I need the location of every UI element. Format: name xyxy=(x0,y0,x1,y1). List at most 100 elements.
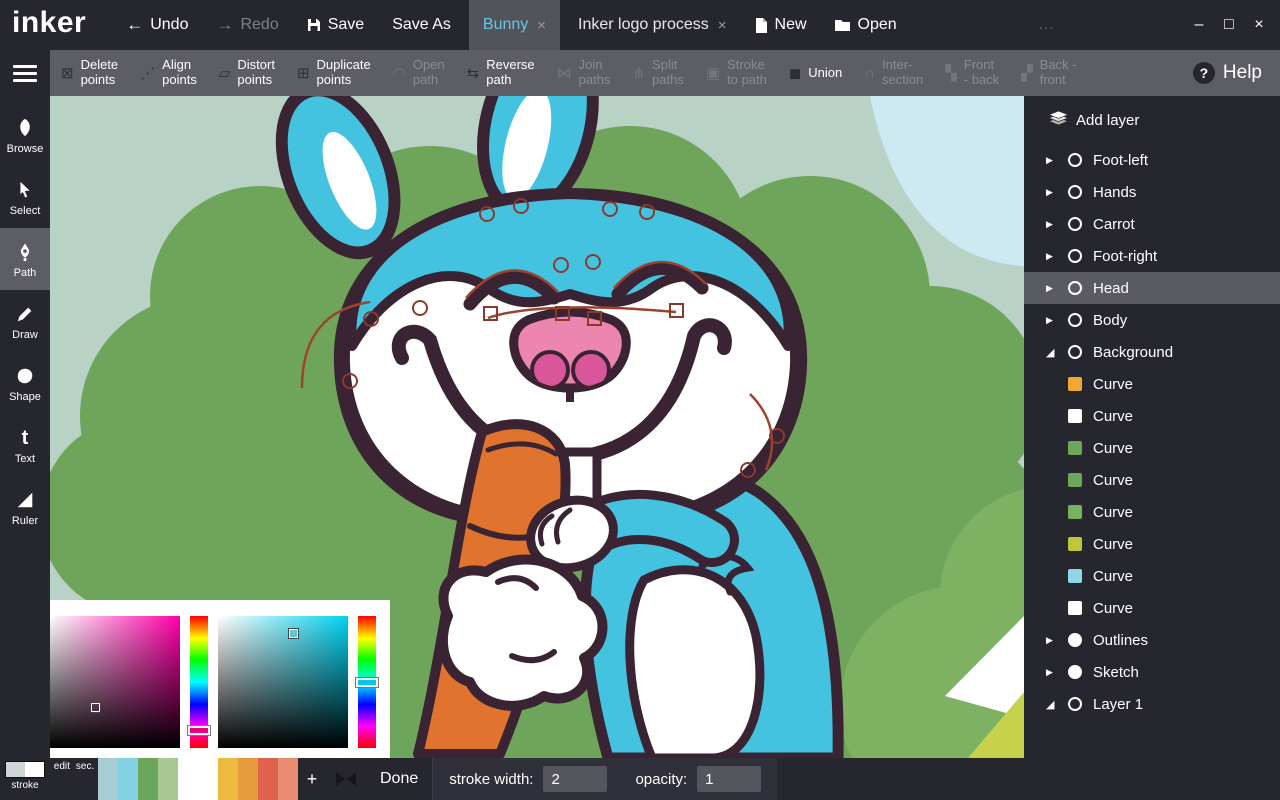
layer-row-head[interactable]: ▶ Head xyxy=(1024,272,1280,304)
save-button[interactable]: Save xyxy=(293,0,378,50)
toolbar-button-distort-points[interactable]: ▱ Distortpoints xyxy=(208,50,286,96)
toolbar-button-join-paths[interactable]: ⋈ Joinpaths xyxy=(546,50,622,96)
hue-cursor-primary[interactable] xyxy=(188,726,210,735)
toolbar-button-union[interactable]: ◼ Union xyxy=(778,50,853,96)
stroke-width-input[interactable]: 2 xyxy=(543,766,607,792)
expand-triangle-icon[interactable]: ◢ xyxy=(1046,346,1060,359)
stroke-color-swatch[interactable] xyxy=(5,761,45,778)
layer-row-foot-left[interactable]: ▶ Foot-left xyxy=(1024,144,1280,176)
expand-triangle-icon[interactable]: ▶ xyxy=(1046,155,1060,166)
layer-row-background[interactable]: ◢ Background xyxy=(1024,336,1280,368)
palette-swatch-9[interactable] xyxy=(278,758,298,800)
sv-square-primary[interactable] xyxy=(50,616,180,748)
layer-row-curve[interactable]: Curve xyxy=(1024,368,1280,400)
layer-icon[interactable] xyxy=(1068,409,1082,423)
layer-row-sketch[interactable]: ▶ Sketch xyxy=(1024,656,1280,688)
sv-square-secondary[interactable] xyxy=(218,616,348,748)
expand-triangle-icon[interactable]: ▶ xyxy=(1046,667,1060,678)
layer-icon[interactable] xyxy=(1068,217,1082,231)
stroke-color-cell[interactable]: stroke xyxy=(0,758,50,800)
toolbar-button-intersection[interactable]: ∩ Inter-section xyxy=(853,50,934,96)
layer-icon[interactable] xyxy=(1068,345,1082,359)
palette-swatch-8[interactable] xyxy=(258,758,278,800)
tab-close-icon[interactable]: × xyxy=(537,17,546,34)
hue-cursor-secondary[interactable] xyxy=(356,678,378,687)
layer-icon[interactable] xyxy=(1068,153,1082,167)
menu-button[interactable] xyxy=(0,50,50,96)
expand-triangle-icon[interactable]: ▶ xyxy=(1046,283,1060,294)
layer-row-curve[interactable]: Curve xyxy=(1024,496,1280,528)
layer-icon[interactable] xyxy=(1068,665,1082,679)
sv-cursor-primary[interactable] xyxy=(91,703,100,712)
layer-row-body[interactable]: ▶ Body xyxy=(1024,304,1280,336)
layer-row-curve[interactable]: Curve xyxy=(1024,432,1280,464)
layer-icon[interactable] xyxy=(1068,505,1082,519)
expand-triangle-icon[interactable]: ▶ xyxy=(1046,315,1060,326)
expand-triangle-icon[interactable]: ◢ xyxy=(1046,698,1060,711)
tool-text[interactable]: t Text xyxy=(0,414,50,476)
maximize-button[interactable]: □ xyxy=(1214,0,1244,50)
layer-icon[interactable] xyxy=(1068,601,1082,615)
minimize-button[interactable]: – xyxy=(1184,0,1214,50)
expand-triangle-icon[interactable]: ▶ xyxy=(1046,635,1060,646)
layer-row-carrot[interactable]: ▶ Carrot xyxy=(1024,208,1280,240)
open-button[interactable]: Open xyxy=(821,0,911,50)
tool-ruler[interactable]: Ruler xyxy=(0,476,50,538)
palette-swatch-7[interactable] xyxy=(238,758,258,800)
sv-cursor-secondary[interactable] xyxy=(289,629,298,638)
done-button[interactable]: Done xyxy=(366,758,432,800)
layer-row-curve[interactable]: Curve xyxy=(1024,464,1280,496)
tool-browse[interactable]: Browse xyxy=(0,104,50,166)
tab-bunny[interactable]: Bunny × xyxy=(469,0,560,50)
layer-icon[interactable] xyxy=(1068,281,1082,295)
layer-icon[interactable] xyxy=(1068,377,1082,391)
toolbar-button-stroke-to-path[interactable]: ▣ Stroketo path xyxy=(695,50,778,96)
layer-icon[interactable] xyxy=(1068,185,1082,199)
expand-triangle-icon[interactable]: ▶ xyxy=(1046,219,1060,230)
hue-bar-primary[interactable] xyxy=(190,616,208,748)
toolbar-button-front-back[interactable]: ▚ Front- back xyxy=(934,50,1010,96)
palette-swatch-4[interactable] xyxy=(178,758,198,800)
toolbar-button-delete-points[interactable]: ⊠ Deletepoints xyxy=(50,50,129,96)
layer-icon[interactable] xyxy=(1068,249,1082,263)
add-layer-button[interactable]: Add layer xyxy=(1024,96,1280,144)
palette-swatch-3[interactable] xyxy=(158,758,178,800)
edit-color-toggle[interactable]: edit xyxy=(54,761,70,800)
undo-button[interactable]: ← Undo xyxy=(112,0,202,50)
tab-inker-logo-process[interactable]: Inker logo process × xyxy=(564,0,741,50)
hue-bar-secondary[interactable] xyxy=(358,616,376,748)
toolbar-button-reverse-path[interactable]: ⇆ Reversepath xyxy=(456,50,546,96)
tool-shape[interactable]: Shape xyxy=(0,352,50,414)
palette-swatch-0[interactable] xyxy=(98,758,118,800)
toolbar-button-align-points[interactable]: ⋰ Alignpoints xyxy=(129,50,208,96)
layer-icon[interactable] xyxy=(1068,313,1082,327)
layer-row-hands[interactable]: ▶ Hands xyxy=(1024,176,1280,208)
palette-swatch-5[interactable] xyxy=(198,758,218,800)
layer-icon[interactable] xyxy=(1068,633,1082,647)
layer-icon[interactable] xyxy=(1068,473,1082,487)
redo-button[interactable]: → Redo xyxy=(202,0,292,50)
toolbar-button-duplicate-points[interactable]: ⊞ Duplicatepoints xyxy=(286,50,382,96)
new-button[interactable]: New xyxy=(741,0,821,50)
expand-triangle-icon[interactable]: ▶ xyxy=(1046,251,1060,262)
layer-row-curve[interactable]: Curve xyxy=(1024,400,1280,432)
toolbar-button-back-front[interactable]: ▞ Back -front xyxy=(1010,50,1087,96)
toolbar-button-split-paths[interactable]: ⋔ Splitpaths xyxy=(621,50,694,96)
save-as-button[interactable]: Save As xyxy=(378,0,465,50)
secondary-color-toggle[interactable]: sec. xyxy=(76,761,94,800)
layer-icon[interactable] xyxy=(1068,697,1082,711)
opacity-input[interactable]: 1 xyxy=(697,766,761,792)
tool-draw[interactable]: Draw xyxy=(0,290,50,352)
layer-icon[interactable] xyxy=(1068,569,1082,583)
layer-row-curve[interactable]: Curve xyxy=(1024,528,1280,560)
canvas[interactable] xyxy=(50,96,1024,758)
expand-triangle-icon[interactable]: ▶ xyxy=(1046,187,1060,198)
layer-row-outlines[interactable]: ▶ Outlines xyxy=(1024,624,1280,656)
layer-row-layer-1[interactable]: ◢ Layer 1 xyxy=(1024,688,1280,720)
layer-row-curve[interactable]: Curve xyxy=(1024,560,1280,592)
layer-icon[interactable] xyxy=(1068,537,1082,551)
tool-path[interactable]: Path xyxy=(0,228,50,290)
layer-icon[interactable] xyxy=(1068,441,1082,455)
close-button[interactable]: × xyxy=(1244,0,1274,50)
palette-swatch-1[interactable] xyxy=(118,758,138,800)
